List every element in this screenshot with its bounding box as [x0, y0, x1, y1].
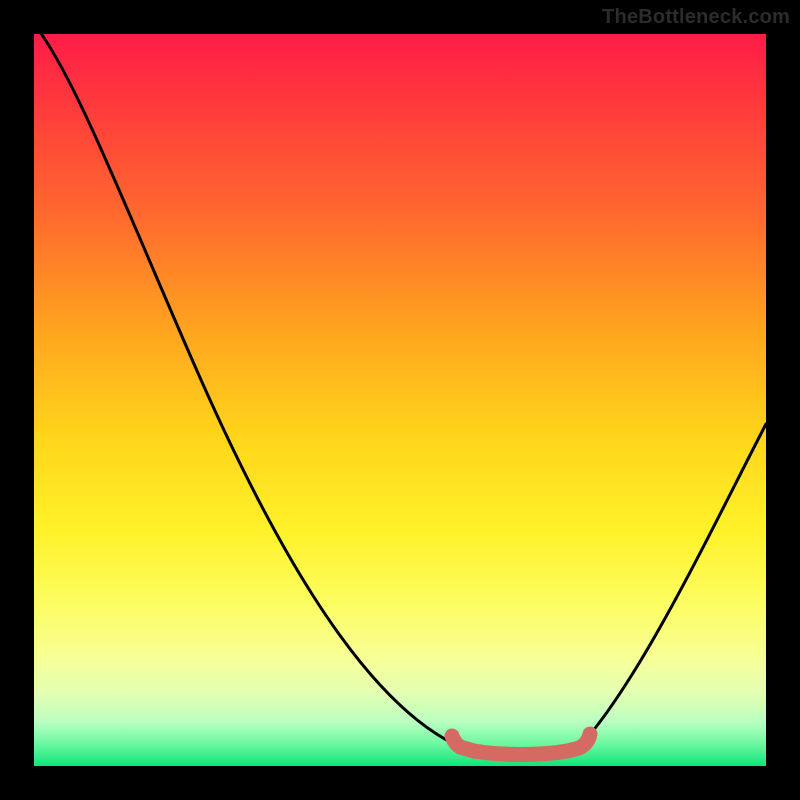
bottleneck-curve	[34, 24, 766, 756]
chart-svg	[34, 34, 766, 766]
plot-area	[34, 34, 766, 766]
optimal-range-highlight	[452, 734, 590, 754]
optimal-start-marker	[445, 729, 459, 743]
chart-frame: TheBottleneck.com	[0, 0, 800, 800]
watermark-text: TheBottleneck.com	[602, 6, 790, 29]
